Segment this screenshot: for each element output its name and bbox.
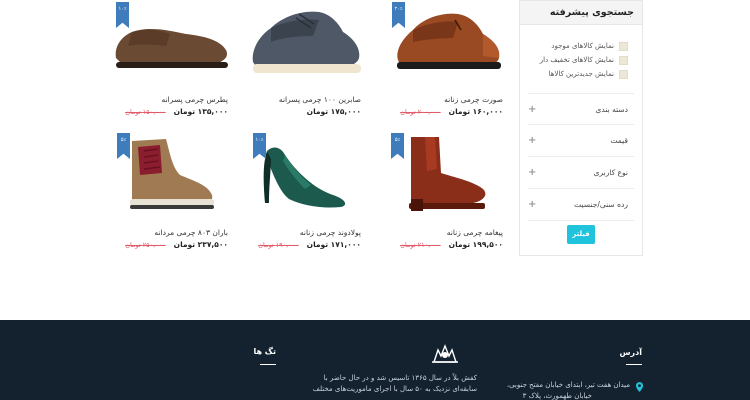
checkbox-label: نمایش جدیدترین کالاها	[548, 70, 614, 78]
old-price: ۱۵۰,۰۰۰ تومان	[125, 107, 166, 116]
plus-icon[interactable]: +	[528, 199, 536, 210]
product-price: ۲۳۷,۵۰۰ تومان	[173, 240, 228, 249]
product-card[interactable]: ۱۰٪ پولادوند چرمی زنانه ۱۷۱,۰۰۰ تومان ۱۹…	[241, 133, 371, 251]
sidebar-title: جستجوی پیشرفته	[520, 1, 642, 25]
checkbox-label: نمایش کالاهای تخفیف دار	[539, 56, 614, 64]
product-name[interactable]: پطرس چرمی پسرانه	[162, 95, 228, 104]
price-row: ۱۳۵,۰۰۰ تومان ۱۵۰,۰۰۰ تومان	[125, 107, 228, 116]
brand-logo-icon	[432, 344, 458, 363]
old-price: ۲۰۰,۰۰۰ تومان	[400, 107, 441, 116]
product-name[interactable]: صابرین ۱۰۰ چرمی پسرانه	[279, 95, 361, 104]
accordion-price[interactable]: قیمت +	[528, 125, 634, 157]
price-row: ۱۷۱,۰۰۰ تومان ۱۹۰,۰۰۰ تومان	[258, 240, 361, 249]
checkbox-in-stock[interactable]: نمایش کالاهای موجود	[520, 39, 628, 53]
price-row: ۲۳۷,۵۰۰ تومان ۲۵۰,۰۰۰ تومان	[125, 240, 228, 249]
checkbox-label: نمایش کالاهای موجود	[551, 42, 614, 50]
accordion-usage-type[interactable]: نوع کاربری +	[528, 157, 634, 189]
accordion-label: قیمت	[610, 136, 628, 145]
product-price: ۱۷۵,۰۰۰ تومان	[306, 107, 361, 116]
advanced-search-panel: جستجوی پیشرفته نمایش کالاهای موجود نمایش…	[519, 0, 643, 256]
accordion-label: نوع کاربری	[593, 168, 628, 177]
product-price: ۱۶۰,۰۰۰ تومان	[448, 107, 503, 116]
plus-icon[interactable]: +	[528, 167, 536, 178]
product-name[interactable]: باران ۸۰۳ چرمی مردانه	[154, 228, 228, 237]
footer-about-text: کفش بلاً در سال ۱۳۶۵ تاسیس شد و در حال ح…	[323, 374, 477, 382]
product-card[interactable]: صابرین ۱۰۰ چرمی پسرانه ۱۷۵,۰۰۰ تومان	[241, 0, 371, 118]
footer-divider	[260, 364, 276, 365]
product-price: ۱۳۵,۰۰۰ تومان	[173, 107, 228, 116]
accordion-category[interactable]: دسته بندی +	[528, 93, 634, 125]
old-price: ۱۹۰,۰۰۰ تومان	[258, 240, 299, 249]
product-card[interactable]: ۵٪ پیغامه چرمی زنانه ۱۹۹,۵۰۰ تومان ۲۱۰,۰…	[383, 133, 513, 251]
checkbox-discounted[interactable]: نمایش کالاهای تخفیف دار	[520, 53, 628, 67]
footer-divider	[626, 364, 642, 365]
accordion-label: دسته بندی	[595, 104, 628, 114]
product-name[interactable]: پولادوند چرمی زنانه	[300, 228, 361, 237]
footer-tags-title: تگ ها	[253, 347, 276, 356]
product-card[interactable]: ۵٪ باران ۸۰۳ چرمی مردانه ۲۳۷,۵۰۰ تومان ۲…	[108, 133, 238, 251]
checkbox-icon[interactable]	[619, 41, 628, 51]
price-row: ۱۷۵,۰۰۰ تومان	[307, 107, 361, 116]
old-price: ۲۱۰,۰۰۰ تومان	[400, 240, 441, 249]
accordion-label: رده سنی/جنسیت	[574, 200, 628, 209]
product-card[interactable]: ۱۰٪ پطرس چرمی پسرانه ۱۳۵,۰۰۰ تومان ۱۵۰,۰…	[108, 0, 238, 118]
old-price: ۲۵۰,۰۰۰ تومان	[125, 240, 166, 249]
plus-icon[interactable]: +	[528, 104, 536, 115]
checkbox-newest[interactable]: نمایش جدیدترین کالاها	[520, 67, 628, 81]
checkbox-icon[interactable]	[619, 55, 628, 65]
product-price: ۱۹۹,۵۰۰ تومان	[448, 240, 503, 249]
price-row: ۱۹۹,۵۰۰ تومان ۲۱۰,۰۰۰ تومان	[400, 240, 503, 249]
footer-address-line: میدان هفت تیر، ابتدای خیابان مفتح جنوبی،	[506, 381, 630, 389]
product-name[interactable]: پیغامه چرمی زنانه	[447, 228, 503, 237]
checkbox-icon[interactable]	[619, 69, 628, 79]
plus-icon[interactable]: +	[528, 135, 536, 146]
accordion-age-gender[interactable]: رده سنی/جنسیت +	[528, 189, 634, 221]
footer-about-text: سابقه‌ای نزدیک به ۵۰ سال با اجرای ماموری…	[312, 385, 477, 393]
footer-address-title: آدرس	[619, 348, 643, 357]
product-card[interactable]: ۲۰٪ صورت چرمی زنانه ۱۶۰,۰۰۰ تومان ۲۰۰,۰۰…	[383, 0, 513, 118]
location-pin-icon	[636, 382, 643, 392]
product-image[interactable]	[241, 0, 371, 88]
product-price: ۱۷۱,۰۰۰ تومان	[306, 240, 361, 249]
footer-address-line: خیابان طهمورث، پلاک ۳	[522, 392, 592, 400]
price-row: ۱۶۰,۰۰۰ تومان ۲۰۰,۰۰۰ تومان	[400, 107, 503, 116]
filter-button[interactable]: فیلتر	[567, 225, 595, 244]
product-name[interactable]: صورت چرمی زنانه	[444, 95, 503, 104]
